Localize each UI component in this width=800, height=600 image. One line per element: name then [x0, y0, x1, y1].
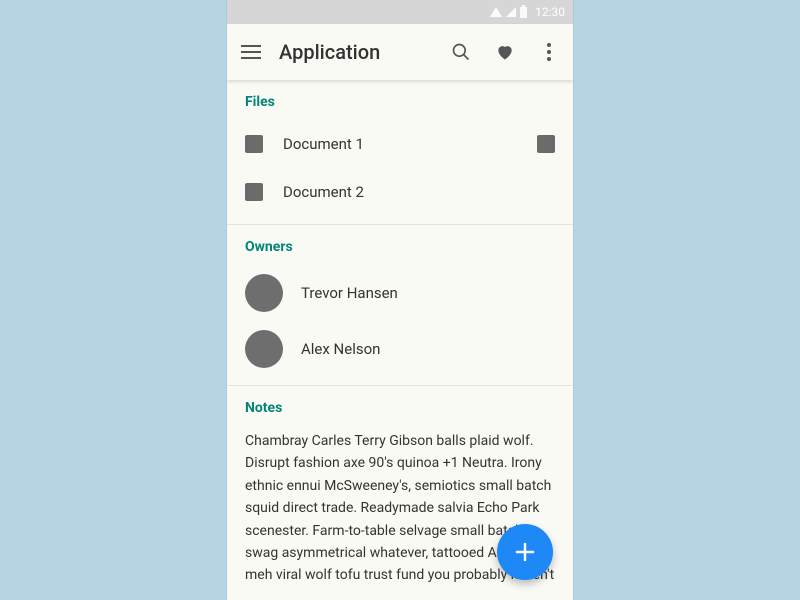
- file-row[interactable]: Document 1: [245, 120, 555, 168]
- search-button[interactable]: [449, 40, 473, 64]
- section-title-notes: Notes: [245, 400, 555, 416]
- file-label: Document 1: [283, 135, 517, 153]
- status-time: 12:30: [535, 5, 565, 19]
- plus-icon: [513, 540, 537, 564]
- menu-button[interactable]: [239, 40, 263, 64]
- battery-icon: [520, 7, 527, 18]
- file-row[interactable]: Document 2: [245, 168, 555, 216]
- wifi-icon: [490, 7, 502, 17]
- checkbox-icon[interactable]: [245, 135, 263, 153]
- section-owners: Owners Trevor Hansen Alex Nelson: [227, 225, 573, 386]
- section-title-owners: Owners: [245, 239, 555, 255]
- more-vert-icon: [547, 43, 551, 61]
- owner-row[interactable]: Trevor Hansen: [245, 265, 555, 321]
- owner-name: Alex Nelson: [301, 340, 555, 358]
- favorite-button[interactable]: [493, 40, 517, 64]
- cell-signal-icon: [506, 7, 516, 17]
- checkbox-icon[interactable]: [245, 183, 263, 201]
- overflow-button[interactable]: [537, 40, 561, 64]
- checkbox-icon[interactable]: [537, 135, 555, 153]
- avatar: [245, 274, 283, 312]
- app-bar: Application: [227, 24, 573, 80]
- app-title: Application: [279, 40, 380, 64]
- section-files: Files Document 1 Document 2: [227, 80, 573, 225]
- content-scroll[interactable]: Files Document 1 Document 2 Owners Trevo…: [227, 80, 573, 600]
- owner-row[interactable]: Alex Nelson: [245, 321, 555, 377]
- status-bar: 12:30: [227, 0, 573, 24]
- fab-add-button[interactable]: [497, 524, 553, 580]
- owner-name: Trevor Hansen: [301, 284, 555, 302]
- search-icon: [451, 42, 471, 62]
- file-label: Document 2: [283, 183, 555, 201]
- heart-icon: [494, 42, 516, 62]
- appbar-actions: [449, 40, 561, 64]
- hamburger-icon: [241, 45, 261, 59]
- section-title-files: Files: [245, 94, 555, 110]
- phone-frame: 12:30 Application Files Document 1: [227, 0, 573, 600]
- avatar: [245, 330, 283, 368]
